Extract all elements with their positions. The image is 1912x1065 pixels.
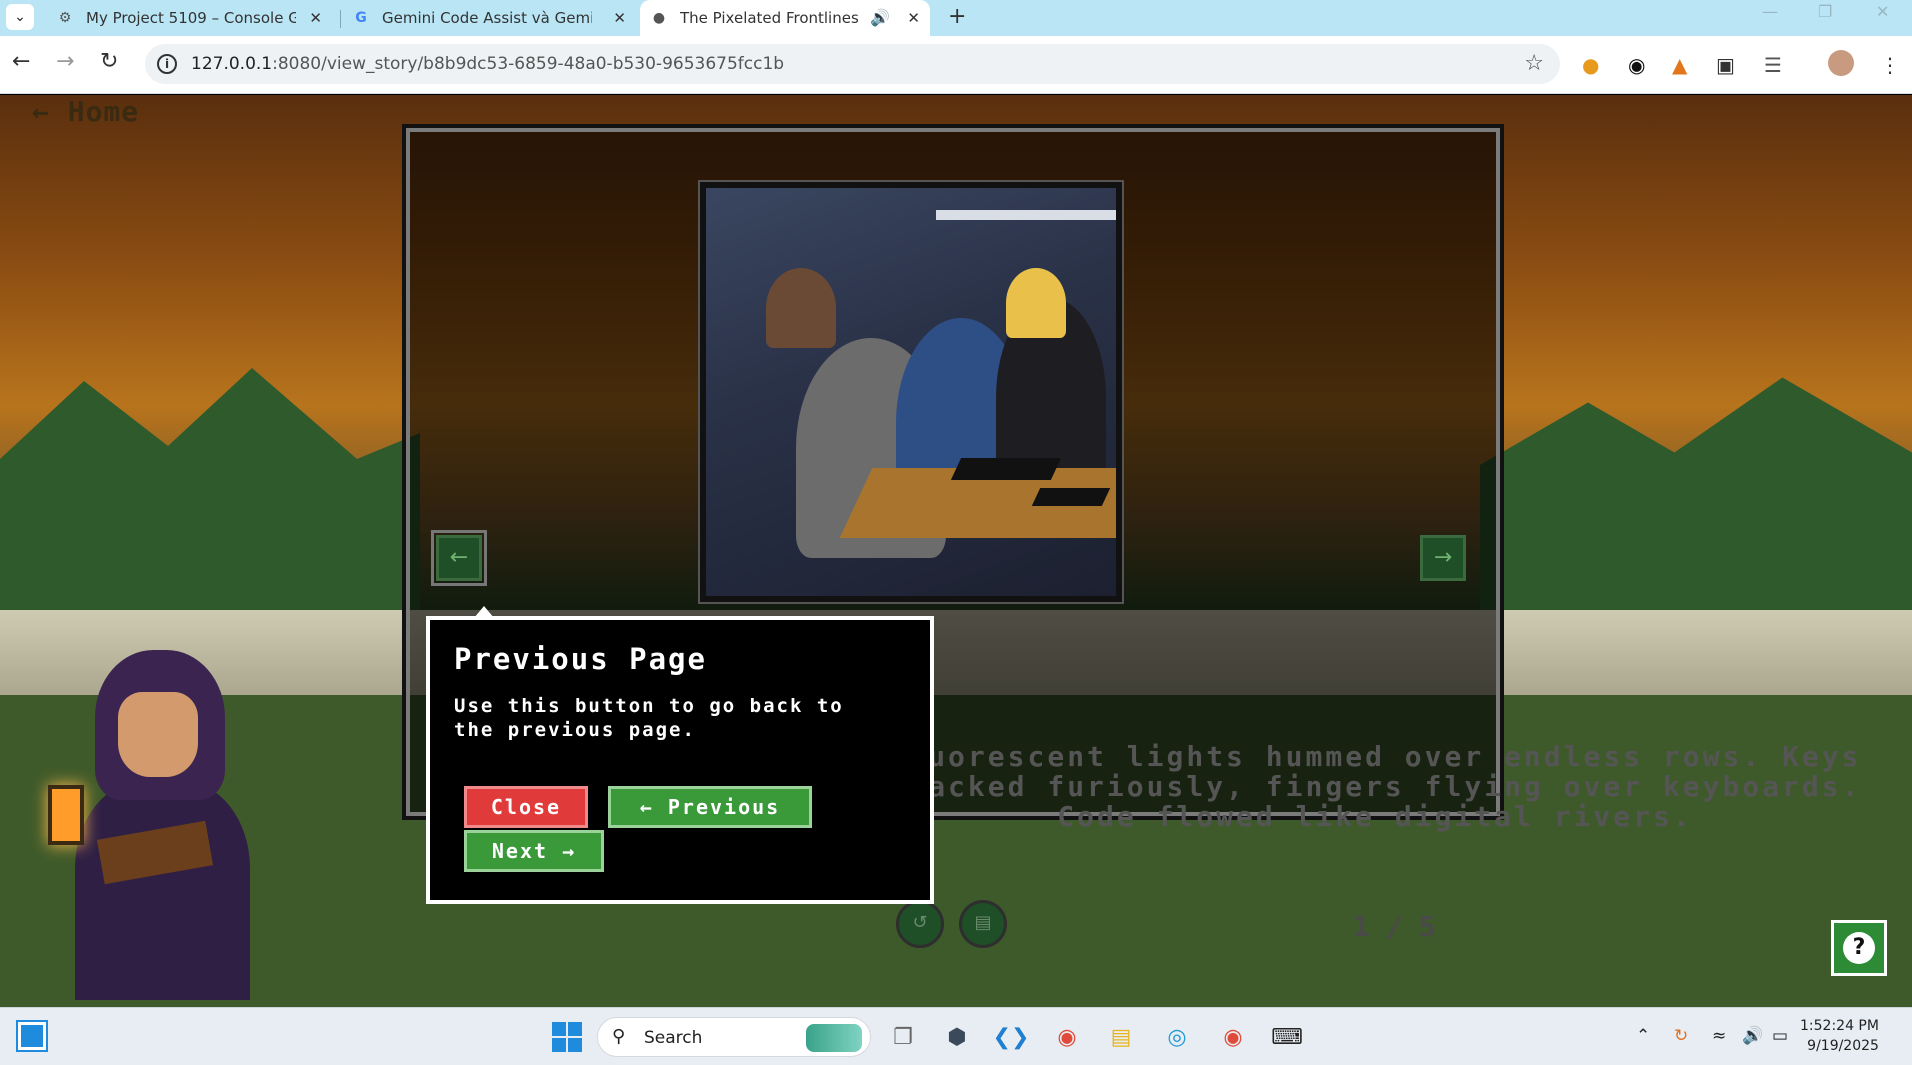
google-icon: G	[355, 10, 367, 26]
app-icon[interactable]: ⬢	[942, 1022, 972, 1052]
tab-console[interactable]: ⚙ My Project 5109 – Console Goo ✕	[46, 0, 332, 36]
url-path: :8080/view_story/b8b9dc53-6859-48a0-b530…	[272, 54, 785, 74]
url-host: 127.0.0.1	[191, 54, 273, 74]
chrome-icon[interactable]: ◉	[1052, 1022, 1082, 1052]
extensions-puzzle-icon[interactable]: ▣	[1716, 53, 1735, 77]
minimize-icon[interactable]: —	[1762, 2, 1778, 21]
help-button[interactable]: ?	[1831, 920, 1887, 976]
search-icon: ⚲	[612, 1026, 626, 1047]
tab-divider	[340, 10, 341, 28]
bookmark-star-icon[interactable]: ☆	[1524, 51, 1544, 76]
start-button[interactable]	[552, 1022, 582, 1052]
browser-toolbar: ← → ↻ i 127.0.0.1:8080/view_story/b8b9dc…	[0, 36, 1912, 94]
reload-icon[interactable]: ↻	[100, 49, 118, 74]
tab-title: My Project 5109 – Console Goo	[86, 9, 296, 27]
popover-pointer	[474, 606, 494, 618]
popover-close-button[interactable]: Close	[464, 786, 588, 828]
tab-title: The Pixelated Frontlines	[680, 9, 859, 27]
popover-previous-button[interactable]: ← Previous	[608, 786, 812, 828]
popover-description: Use this button to go back to the previo…	[454, 695, 844, 741]
sync-icon[interactable]: ↻	[1674, 1026, 1688, 1046]
windows-taskbar: ⚲ Search ❐ ⬢ ❮❯ ◉ ▤ ◎ ◉ ⌨ ⌃ ↻ ≈ 🔊 ▭ 1:52…	[0, 1007, 1912, 1065]
speaker-icon[interactable]: 🔊	[870, 8, 890, 27]
back-icon[interactable]: ←	[12, 49, 30, 74]
close-icon[interactable]: ✕	[309, 9, 322, 27]
menu-kebab-icon[interactable]: ⋮	[1880, 53, 1900, 77]
tab-title: Gemini Code Assist và Gemini C	[382, 9, 592, 27]
popover-next-button[interactable]: Next →	[464, 830, 604, 872]
tab-strip: ⌄ ⚙ My Project 5109 – Console Goo ✕ G Ge…	[0, 0, 1912, 36]
file-explorer-icon[interactable]: ▤	[1106, 1022, 1136, 1052]
battery-icon[interactable]: ▭	[1772, 1026, 1788, 1046]
search-label: Search	[644, 1028, 703, 1048]
help-icon: ?	[1843, 932, 1875, 964]
tab-gemini[interactable]: G Gemini Code Assist và Gemini C ✕	[342, 0, 636, 36]
vscode-icon[interactable]: ❮❯	[993, 1022, 1030, 1052]
address-bar[interactable]: i 127.0.0.1:8080/view_story/b8b9dc53-685…	[145, 44, 1560, 84]
task-view-icon[interactable]: ❐	[888, 1022, 918, 1052]
system-clock[interactable]: 1:52:24 PM 9/19/2025	[1800, 1016, 1879, 1056]
profile-avatar[interactable]	[1828, 50, 1854, 76]
clock-time: 1:52:24 PM	[1800, 1018, 1879, 1034]
media-control-icon[interactable]: ☰	[1764, 53, 1782, 77]
terminal-icon[interactable]: ⌨	[1271, 1022, 1303, 1052]
clock-date: 9/19/2025	[1807, 1038, 1879, 1054]
url-text[interactable]: 127.0.0.1:8080/view_story/b8b9dc53-6859-…	[191, 54, 784, 74]
widgets-icon[interactable]	[16, 1020, 48, 1052]
chrome-profile-icon[interactable]: ◉	[1218, 1022, 1248, 1052]
tab-pixelated-frontlines[interactable]: ● The Pixelated Frontlines 🔊 ✕	[640, 0, 930, 36]
story-viewer-page: ← Home Fluorescent lights hummed over en…	[0, 95, 1912, 1007]
tab-search-menu-icon[interactable]: ⌄	[6, 4, 34, 30]
edge-icon[interactable]: ◎	[1162, 1022, 1192, 1052]
tutorial-popover: Previous Page Use this button to go back…	[426, 606, 934, 904]
restore-icon[interactable]: ❐	[1818, 2, 1832, 21]
wordpress-icon[interactable]: ◉	[1628, 53, 1645, 77]
metamask-icon[interactable]: ▲	[1672, 53, 1687, 77]
show-hidden-icons[interactable]: ⌃	[1636, 1026, 1650, 1046]
extension-icon[interactable]: ●	[1582, 53, 1599, 77]
close-icon[interactable]: ✕	[613, 9, 626, 27]
taskbar-search[interactable]: ⚲ Search	[597, 1017, 871, 1057]
search-highlight-image	[806, 1024, 862, 1052]
close-icon[interactable]: ✕	[907, 9, 920, 27]
close-window-icon[interactable]: ✕	[1876, 2, 1889, 21]
new-tab-button[interactable]: +	[948, 4, 966, 29]
gear-icon: ⚙	[58, 10, 72, 26]
globe-icon: ●	[652, 10, 666, 26]
volume-icon[interactable]: 🔊	[1742, 1026, 1763, 1046]
forward-icon[interactable]: →	[56, 49, 74, 74]
site-info-icon[interactable]: i	[157, 54, 177, 74]
popover-title: Previous Page	[454, 642, 707, 676]
wifi-icon[interactable]: ≈	[1712, 1026, 1726, 1046]
tutorial-backdrop	[0, 95, 1912, 1007]
